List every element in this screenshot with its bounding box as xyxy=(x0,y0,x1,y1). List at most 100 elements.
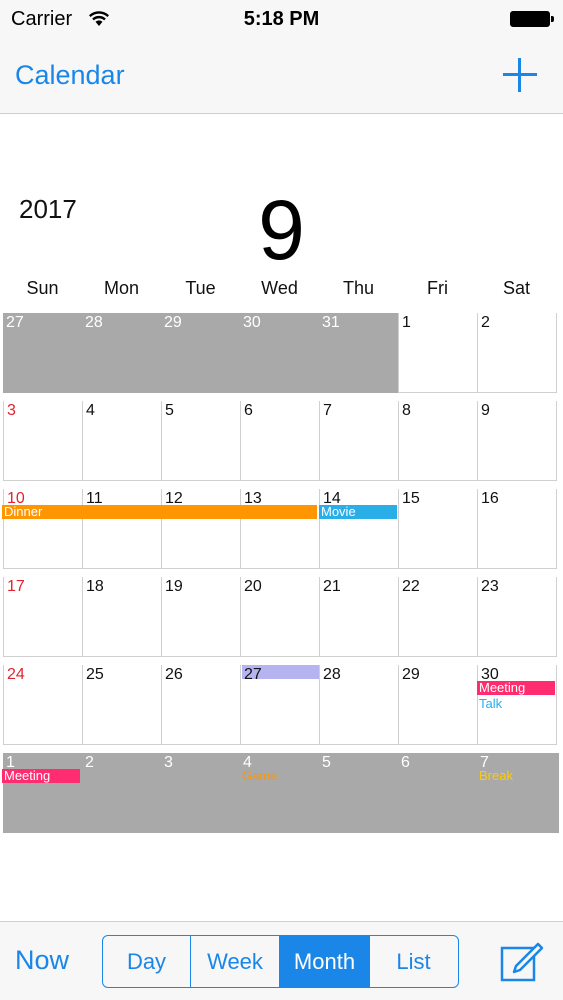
week-row: 17 18 19 20 21 22 23 xyxy=(3,577,559,657)
day-cell[interactable]: 23 xyxy=(477,577,557,657)
day-cell[interactable]: 1 xyxy=(3,753,82,833)
day-number: 17 xyxy=(7,578,25,595)
day-number: 4 xyxy=(86,402,95,419)
day-number: 1 xyxy=(402,314,411,331)
now-button[interactable]: Now xyxy=(15,945,69,976)
day-number: 5 xyxy=(322,754,331,771)
day-cell[interactable]: 12 xyxy=(161,489,240,569)
day-cell[interactable]: 5 xyxy=(161,401,240,481)
add-event-button[interactable] xyxy=(503,58,537,92)
day-cell[interactable]: 13 xyxy=(240,489,319,569)
view-mode-segmented-control: Day Week Month List xyxy=(102,935,459,988)
view-month-button[interactable]: Month xyxy=(280,936,370,987)
day-cell[interactable]: 18 xyxy=(82,577,161,657)
day-number: 2 xyxy=(481,314,490,331)
day-cell[interactable]: 27 xyxy=(240,665,320,745)
day-cell[interactable]: 30 xyxy=(240,313,319,393)
day-cell[interactable]: 22 xyxy=(398,577,477,657)
view-week-button[interactable]: Week xyxy=(191,936,280,987)
day-cell[interactable]: 19 xyxy=(161,577,240,657)
day-cell[interactable]: 25 xyxy=(82,665,161,745)
week-row: 3 4 5 6 7 8 9 xyxy=(3,401,559,481)
clock: 5:18 PM xyxy=(243,8,320,30)
day-number: 31 xyxy=(322,314,340,331)
event-movie[interactable]: Movie xyxy=(319,505,397,519)
day-number: 22 xyxy=(402,578,420,595)
day-cell[interactable]: 6 xyxy=(240,401,319,481)
weekday-thu: Thu xyxy=(342,278,375,298)
day-cell[interactable]: 14 xyxy=(319,489,398,569)
status-bar: Carrier 5:18 PM xyxy=(0,0,563,40)
day-cell[interactable]: 24 xyxy=(3,665,82,745)
day-number: 29 xyxy=(164,314,182,331)
day-number: 8 xyxy=(402,402,411,419)
day-number: 23 xyxy=(481,578,499,595)
day-cell[interactable]: 3 xyxy=(161,753,240,833)
event-break[interactable]: Break xyxy=(477,769,555,783)
day-number: 7 xyxy=(323,402,332,419)
day-number: 26 xyxy=(165,666,183,683)
day-cell[interactable]: 28 xyxy=(319,665,398,745)
day-cell[interactable]: 7 xyxy=(477,753,557,833)
day-cell[interactable]: 5 xyxy=(319,753,398,833)
day-number: 9 xyxy=(481,402,490,419)
day-cell[interactable]: 11 xyxy=(82,489,161,569)
event-talk[interactable]: Talk xyxy=(477,697,555,711)
bottom-toolbar: Now Day Week Month List xyxy=(0,921,563,1000)
weekday-mon: Mon xyxy=(103,278,139,298)
day-number: 3 xyxy=(7,402,16,419)
day-cell[interactable]: 2 xyxy=(477,313,557,393)
day-number: 27 xyxy=(244,666,262,683)
day-cell[interactable]: 9 xyxy=(477,401,557,481)
day-cell[interactable]: 21 xyxy=(319,577,398,657)
weekday-fri: Fri xyxy=(427,278,448,298)
day-number: 29 xyxy=(402,666,420,683)
day-number: 21 xyxy=(323,578,341,595)
day-cell[interactable]: 2 xyxy=(82,753,161,833)
weekday-tue: Tue xyxy=(185,278,216,298)
day-number: 27 xyxy=(6,314,24,331)
day-number: 3 xyxy=(164,754,173,771)
weekday-sun: Sun xyxy=(26,278,59,298)
day-cell[interactable]: 20 xyxy=(240,577,319,657)
day-number: 19 xyxy=(165,578,183,595)
battery-icon xyxy=(510,11,554,27)
weekday-sat: Sat xyxy=(502,278,531,298)
event-meeting[interactable]: Meeting xyxy=(477,681,555,695)
day-cell[interactable]: 29 xyxy=(161,313,240,393)
event-dinner[interactable]: Dinner xyxy=(2,505,317,519)
day-cell[interactable]: 6 xyxy=(398,753,477,833)
weekday-wed: Wed xyxy=(261,278,298,298)
day-cell[interactable]: 17 xyxy=(3,577,82,657)
day-cell[interactable]: 4 xyxy=(82,401,161,481)
week-row: 27 28 29 30 31 1 2 xyxy=(3,313,559,393)
day-cell[interactable]: 27 xyxy=(3,313,82,393)
view-day-button[interactable]: Day xyxy=(103,936,191,987)
day-cell[interactable]: 16 xyxy=(477,489,557,569)
day-cell[interactable]: 28 xyxy=(82,313,161,393)
day-cell[interactable]: 8 xyxy=(398,401,477,481)
day-cell[interactable]: 29 xyxy=(398,665,477,745)
day-cell[interactable]: 15 xyxy=(398,489,477,569)
day-cell[interactable]: 4 xyxy=(240,753,319,833)
day-number: 18 xyxy=(86,578,104,595)
day-cell[interactable]: 3 xyxy=(3,401,82,481)
week-row: 12 3 45 6 7 xyxy=(3,753,559,833)
week-row: 24 25 26 27 28 29 30 xyxy=(3,665,559,745)
day-cell[interactable]: 26 xyxy=(161,665,240,745)
compose-icon[interactable] xyxy=(500,940,544,982)
calendar-back-button[interactable]: Calendar xyxy=(15,60,125,91)
day-number: 28 xyxy=(323,666,341,683)
day-cell[interactable]: 7 xyxy=(319,401,398,481)
event-meeting[interactable]: Meeting xyxy=(2,769,80,783)
day-number: 20 xyxy=(244,578,262,595)
day-number: 28 xyxy=(85,314,103,331)
view-list-button[interactable]: List xyxy=(370,936,457,987)
day-number: 30 xyxy=(243,314,261,331)
day-number: 2 xyxy=(85,754,94,771)
day-cell[interactable]: 10 xyxy=(3,489,82,569)
week-row: 10 11 12 13 14 15 16 xyxy=(3,489,559,569)
event-game[interactable]: Game xyxy=(240,769,318,783)
day-cell[interactable]: 31 xyxy=(319,313,398,393)
day-cell[interactable]: 1 xyxy=(398,313,477,393)
